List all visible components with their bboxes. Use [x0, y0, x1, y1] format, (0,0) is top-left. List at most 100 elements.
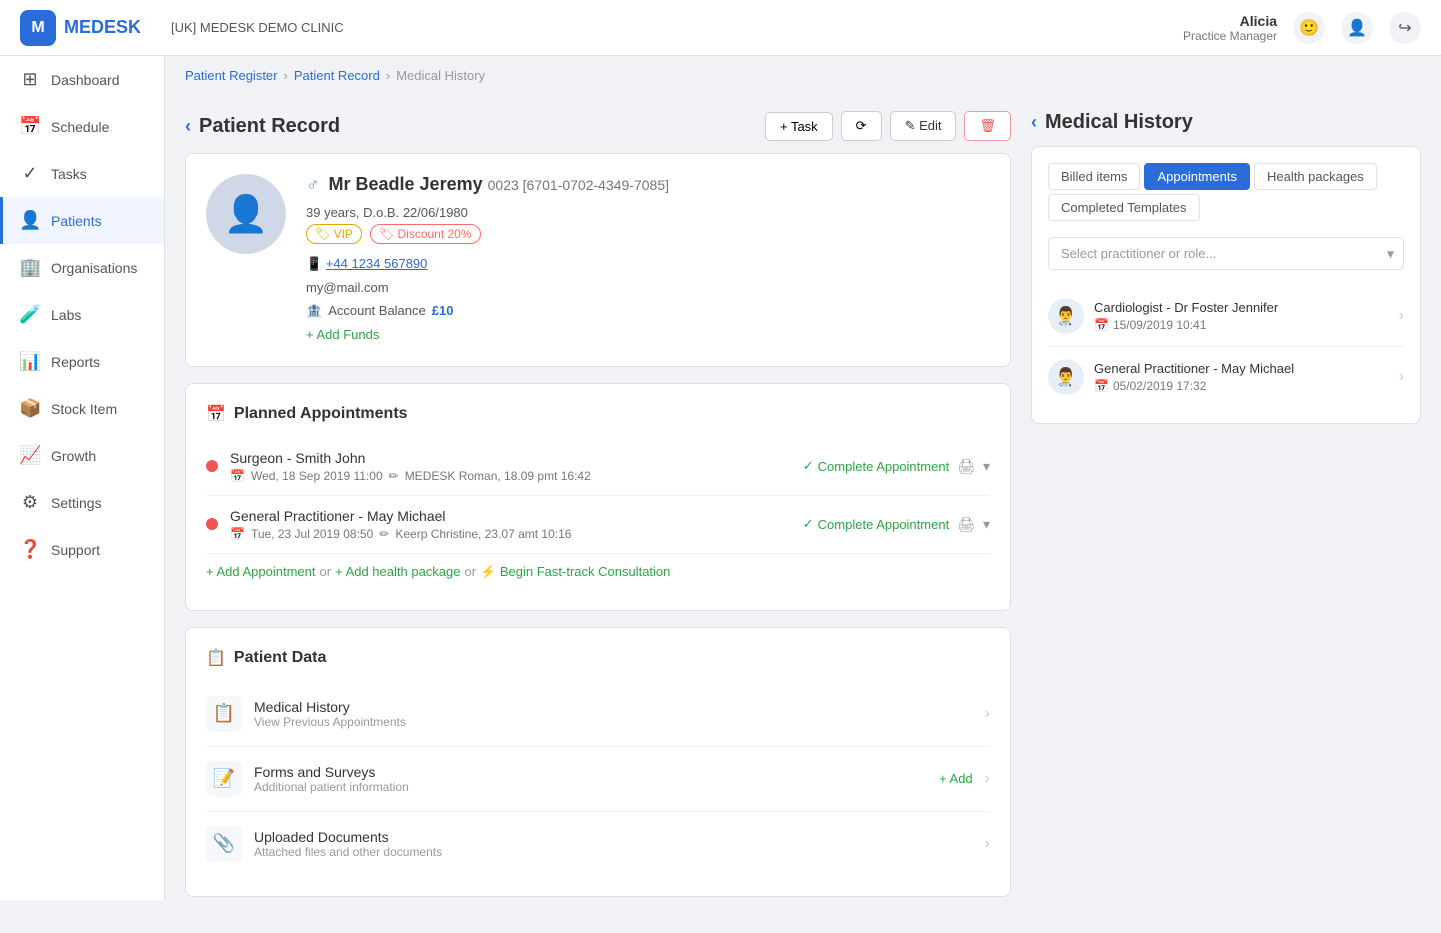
add-appointment-link[interactable]: + Add Appointment	[206, 564, 316, 579]
medical-history-panel-title: Medical History	[1045, 111, 1193, 134]
tag-vip: 🏷 VIP	[306, 224, 362, 244]
signout-icon[interactable]: ↪	[1389, 12, 1421, 44]
tab-billed-items[interactable]: Billed items	[1048, 163, 1140, 190]
dropdown-btn-1[interactable]: ▾	[983, 458, 990, 475]
appt-entry-date-1: 📅 15/09/2019 10:41	[1094, 318, 1389, 332]
forms-add-button[interactable]: + Add	[939, 771, 973, 786]
documents-sub: Attached files and other documents	[254, 845, 973, 859]
refresh-button[interactable]: ⟳	[841, 111, 882, 141]
medical-history-panel: ‹ Medical History Billed items Appointme…	[1031, 95, 1421, 913]
sep-2: or	[465, 564, 477, 579]
delete-button[interactable]: 🗑	[964, 111, 1011, 141]
appt-meta-text-2: Keerp Christine, 23.07 amt 10:16	[395, 527, 571, 541]
sidebar-label-schedule: Schedule	[51, 119, 109, 135]
sidebar-icon-labs: 🧪	[19, 304, 41, 325]
logo[interactable]: M MEDESK	[20, 10, 141, 46]
medical-history-icon: 📋	[206, 696, 242, 732]
appt-entry-date-2: 📅 05/02/2019 17:32	[1094, 379, 1389, 393]
tab-health-packages[interactable]: Health packages	[1254, 163, 1377, 190]
patient-phone[interactable]: +44 1234 567890	[326, 256, 428, 271]
balance-amount: £10	[432, 299, 454, 322]
cal-icon-2: 📅	[230, 527, 245, 541]
appt-meta-1: 📅 Wed, 18 Sep 2019 11:00 ✏ MEDESK Roman,…	[230, 469, 791, 483]
practitioner-select[interactable]: Select practitioner or role...	[1048, 237, 1404, 270]
sidebar-item-tasks[interactable]: ✓Tasks	[0, 150, 164, 197]
sidebar-item-reports[interactable]: 📊 Reports	[0, 338, 164, 385]
sep-1: or	[320, 564, 332, 579]
tab-completed-templates[interactable]: Completed Templates	[1048, 194, 1200, 221]
appt-entry-2[interactable]: 👨‍⚕️ General Practitioner - May Michael …	[1048, 347, 1404, 407]
balance-icon: 🏦	[306, 299, 322, 322]
breadcrumb-patient-record[interactable]: Patient Record	[294, 68, 380, 83]
sidebar-icon-growth: 📈	[19, 445, 41, 466]
appt-avatar-2: 👨‍⚕️	[1048, 359, 1084, 395]
add-funds-button[interactable]: + Add Funds	[306, 323, 990, 346]
documents-title: Uploaded Documents	[254, 829, 973, 845]
patient-record-title: Patient Record	[199, 115, 340, 138]
patient-record-panel: ‹ Patient Record + Task ⟳ ✎ Edit 🗑	[185, 95, 1011, 913]
sidebar-item-stock-item[interactable]: 📦Stock Item	[0, 385, 164, 432]
date-icon-2: 📅	[1094, 379, 1109, 393]
sidebar-item-settings[interactable]: ⚙Settings	[0, 479, 164, 526]
begin-fast-link[interactable]: ⚡ Begin Fast-track Consultation	[480, 564, 670, 580]
edit-button[interactable]: ✎ Edit	[890, 111, 957, 141]
back-arrow[interactable]: ‹	[185, 116, 191, 137]
user-name: Alicia	[1183, 13, 1277, 29]
print-btn-2[interactable]: 🖨	[957, 516, 975, 533]
sidebar-icon-dashboard: ⊞	[19, 69, 41, 90]
data-row-forms[interactable]: 📝 Forms and Surveys Additional patient i…	[206, 747, 990, 812]
data-row-documents[interactable]: 📎 Uploaded Documents Attached files and …	[206, 812, 990, 876]
sidebar-label-settings: Settings	[51, 495, 102, 511]
avatar: 👤	[206, 174, 286, 254]
sidebar-item-growth[interactable]: 📈Growth	[0, 432, 164, 479]
date-icon-1: 📅	[1094, 318, 1109, 332]
add-task-button[interactable]: + Task	[765, 112, 833, 141]
appt-info-2: General Practitioner - May Michael 📅 Tue…	[230, 508, 791, 541]
complete-appt-btn-2[interactable]: ✓ Complete Appointment	[803, 516, 949, 532]
complete-appt-btn-1[interactable]: ✓ Complete Appointment	[803, 458, 949, 474]
appt-chevron-2: ›	[1399, 368, 1404, 386]
sidebar-item-dashboard[interactable]: ⊞Dashboard	[0, 56, 164, 103]
appt-date-2: Tue, 23 Jul 2019 08:50	[251, 527, 373, 541]
add-health-link[interactable]: + Add health package	[335, 564, 460, 579]
breadcrumb-patient-register[interactable]: Patient Register	[185, 68, 278, 83]
appt-dot-2	[206, 518, 218, 530]
sidebar-label-support: Support	[51, 542, 100, 558]
appt-name-2: General Practitioner - May Michael	[230, 508, 791, 524]
documents-info: Uploaded Documents Attached files and ot…	[254, 829, 973, 859]
user-role: Practice Manager	[1183, 29, 1277, 43]
sidebar-icon-schedule: 📅	[19, 116, 41, 137]
emoji-icon[interactable]: 🙂	[1293, 12, 1325, 44]
sidebar-item-patients[interactable]: 👤Patients	[0, 197, 164, 244]
appt-location-2: ✏	[379, 527, 389, 541]
appt-dot-1	[206, 460, 218, 472]
person-icon[interactable]: 👤	[1341, 12, 1373, 44]
tab-appointments[interactable]: Appointments	[1144, 163, 1250, 190]
medical-history-tabs: Billed items Appointments Health package…	[1048, 163, 1404, 221]
sidebar-label-patients: Patients	[51, 213, 102, 229]
dropdown-btn-2[interactable]: ▾	[983, 516, 990, 533]
sidebar-item-labs[interactable]: 🧪Labs	[0, 291, 164, 338]
forms-icon: 📝	[206, 761, 242, 797]
print-btn-1[interactable]: 🖨	[957, 458, 975, 475]
topbar-right: Alicia Practice Manager 🙂 👤 ↪	[1183, 12, 1421, 44]
patient-data-header: 📋 Patient Data	[206, 648, 990, 668]
clinic-name: [UK] MEDESK DEMO CLINIC	[171, 20, 344, 35]
med-back-arrow[interactable]: ‹	[1031, 112, 1037, 133]
sidebar-label-reports: Reports	[51, 354, 100, 370]
sidebar-item-organisations[interactable]: 🏢Organisations	[0, 244, 164, 291]
sidebar-icon-reports: 📊	[19, 351, 41, 372]
delete-icon: 🗑	[979, 118, 996, 134]
appt-entry-1[interactable]: 👨‍⚕️ Cardiologist - Dr Foster Jennifer 📅…	[1048, 286, 1404, 347]
data-row-medical-history[interactable]: 📋 Medical History View Previous Appointm…	[206, 682, 990, 747]
patient-details: ♂ Mr Beadle Jeremy 0023 [6701-0702-4349-…	[306, 174, 990, 346]
gender-icon: ♂	[306, 174, 320, 194]
add-task-label: + Task	[780, 119, 818, 134]
forms-info: Forms and Surveys Additional patient inf…	[254, 764, 927, 794]
appt-chevron-1: ›	[1399, 307, 1404, 325]
breadcrumb: Patient Register › Patient Record › Medi…	[165, 56, 1441, 95]
breadcrumb-medical-history: Medical History	[396, 68, 485, 83]
sidebar-item-support[interactable]: ❓Support	[0, 526, 164, 573]
appt-meta-2: 📅 Tue, 23 Jul 2019 08:50 ✏ Keerp Christi…	[230, 527, 791, 541]
sidebar-item-schedule[interactable]: 📅 Schedule	[0, 103, 164, 150]
